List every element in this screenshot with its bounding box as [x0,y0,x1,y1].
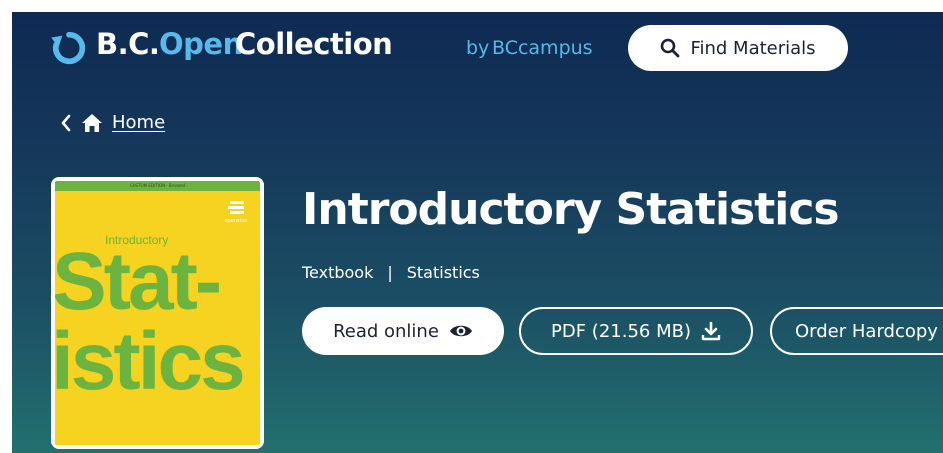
eye-icon [449,325,472,337]
breadcrumb-home-link[interactable]: Home [112,112,165,133]
book-title: Introductory Statistics [302,184,840,235]
cover-stat-word: Stat- [55,236,222,327]
find-materials-label: Find Materials [690,37,816,59]
refresh-icon [51,31,86,65]
read-online-button[interactable]: Read online [302,307,504,355]
svg-text:openstax: openstax [224,218,247,224]
home-icon[interactable] [81,113,103,133]
meta-separator: | [387,263,393,282]
book-meta: Textbook | Statistics [302,263,480,282]
book-subject: Statistics [406,263,480,282]
find-materials-button[interactable]: Find Materials [628,25,848,71]
order-hardcopy-button[interactable]: Order Hardcopy [770,307,943,355]
cover-band-text: CUSTOM EDITION · Bronzed [129,183,186,188]
book-cover: CUSTOM EDITION · Bronzed openstax Introd… [51,177,264,449]
brand-bc: B.C. [96,27,160,61]
book-type: Textbook [302,263,374,282]
read-online-label: Read online [333,320,439,342]
pdf-download-button[interactable]: PDF (21.56 MB) [519,307,753,355]
search-icon [661,38,680,58]
brand-collection: Collection [235,27,393,61]
site-logo[interactable]: B.C. Open Collection by BCcampus [50,27,630,68]
breadcrumb: Home [60,112,165,133]
cover-istics-word: istics [55,316,246,407]
brand-bccampus: BCcampus [492,37,593,59]
brand-by: by [466,37,490,59]
book-cover-art: CUSTOM EDITION · Bronzed openstax Introd… [55,181,260,445]
brand-open: Open [159,27,243,61]
pdf-download-label: PDF (21.56 MB) [551,320,691,342]
openstax-logo-icon: openstax [224,201,248,224]
page: B.C. Open Collection by BCcampus Find Ma… [12,12,943,453]
order-hardcopy-label: Order Hardcopy [795,320,938,342]
download-icon [701,321,721,341]
chevron-left-icon[interactable] [60,114,72,132]
